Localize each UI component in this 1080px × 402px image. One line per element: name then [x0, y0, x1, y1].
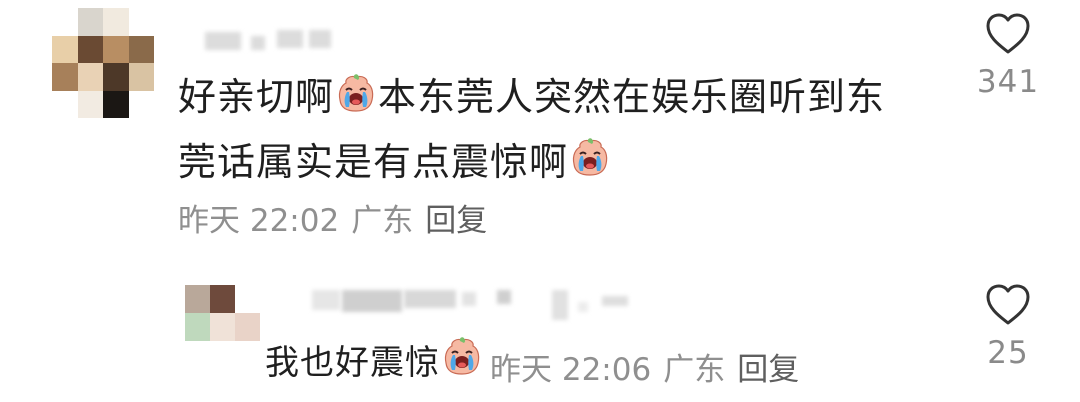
comment-meta: 昨天 22:02 广东 回复	[178, 195, 499, 240]
heart-icon	[986, 284, 1030, 325]
like-count: 341	[976, 64, 1040, 100]
username-redacted[interactable]	[312, 290, 632, 320]
comment-text-part1: 好亲切啊	[178, 75, 335, 119]
reply-text: 我也好震惊	[265, 334, 485, 394]
comment-text-part2: 本东莞人突然在娱乐圈听到东	[378, 75, 886, 119]
comment-text: 好亲切啊 本东莞人突然在娱乐圈听到东莞话属实是有点震惊啊	[178, 66, 918, 195]
like-count: 25	[987, 335, 1029, 371]
reply-button[interactable]: 回复	[737, 352, 799, 388]
crying-face-icon	[570, 133, 610, 195]
reply-time: 昨天 22:06	[490, 352, 652, 388]
reply-location: 广东	[663, 352, 726, 388]
heart-icon	[986, 13, 1030, 54]
like-button[interactable]: 341	[968, 12, 1048, 100]
crying-face-icon	[336, 69, 376, 131]
reply-meta: 昨天 22:06 广东 回复	[490, 344, 811, 389]
comment-location: 广东	[351, 203, 414, 239]
avatar[interactable]	[52, 8, 154, 118]
comment-text-part3: 莞话属实是有点震惊啊	[178, 139, 569, 184]
like-button[interactable]: 25	[968, 283, 1048, 371]
reply-text-content: 我也好震惊	[265, 343, 440, 383]
crying-face-icon	[442, 336, 482, 394]
avatar[interactable]	[185, 285, 260, 341]
username-redacted[interactable]	[205, 28, 335, 54]
reply-button[interactable]: 回复	[425, 203, 487, 239]
comment-time: 昨天 22:02	[178, 203, 340, 239]
